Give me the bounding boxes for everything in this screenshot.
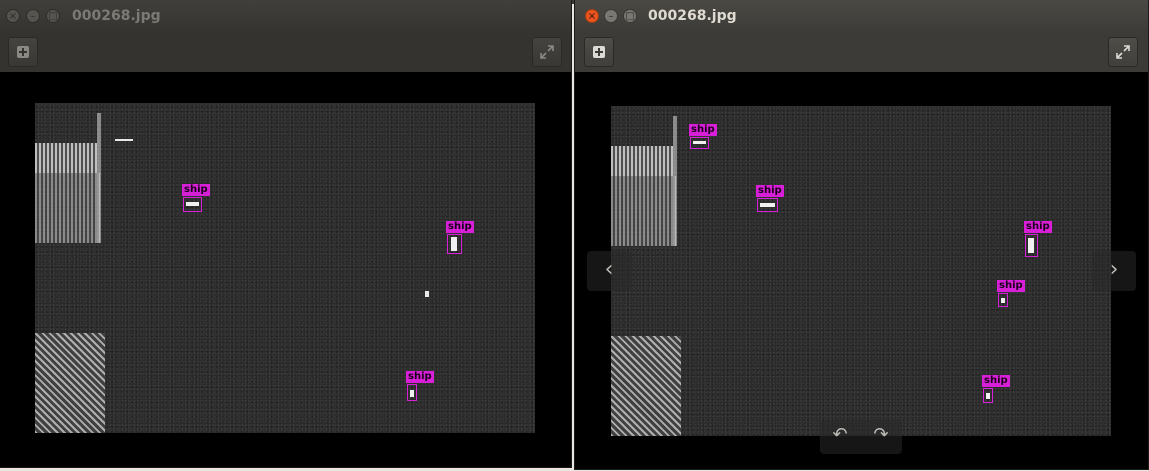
image-viewer-window-right: × – □ 000268.jpg ship ship ship ship shi… xyxy=(575,0,1148,469)
add-button[interactable] xyxy=(8,37,38,67)
detection-box[interactable]: ship xyxy=(1024,221,1052,257)
close-icon[interactable]: × xyxy=(585,9,599,23)
pier xyxy=(115,139,133,141)
toolbar xyxy=(0,34,571,72)
rotate-left-icon[interactable]: ↶ xyxy=(820,424,860,445)
add-button[interactable] xyxy=(584,37,614,67)
fullscreen-button[interactable] xyxy=(532,37,562,67)
ship-target xyxy=(986,393,990,399)
next-image-button[interactable]: › xyxy=(1092,251,1136,291)
sar-image: ship ship ship ship ship xyxy=(611,106,1111,436)
ship-target xyxy=(1028,238,1034,253)
harbor-structure xyxy=(35,333,105,433)
window-title: 000268.jpg xyxy=(72,8,161,24)
detection-box[interactable]: ship xyxy=(756,185,784,212)
titlebar[interactable]: × – □ 000268.jpg xyxy=(575,0,1148,34)
pier xyxy=(97,113,101,243)
image-canvas[interactable]: ship ship ship ship ship ‹ › ↶ ↷ xyxy=(575,72,1148,469)
detection-label: ship xyxy=(406,371,434,383)
fullscreen-icon xyxy=(1116,45,1130,59)
detection-box[interactable]: ship xyxy=(689,124,717,149)
detection-label: ship xyxy=(182,184,210,196)
detection-label: ship xyxy=(756,185,784,197)
ship-target xyxy=(451,237,457,251)
harbor-structure xyxy=(35,143,97,173)
sar-image: ship ship ship xyxy=(35,103,535,433)
fullscreen-button[interactable] xyxy=(1108,37,1138,67)
detection-label: ship xyxy=(446,221,474,233)
close-icon[interactable]: × xyxy=(6,9,20,23)
plus-icon xyxy=(17,46,29,58)
ship-target xyxy=(1001,298,1005,303)
minimize-icon[interactable]: – xyxy=(26,9,40,23)
detection-box[interactable]: ship xyxy=(982,375,1010,403)
ship-target xyxy=(186,202,199,206)
bright-target xyxy=(425,291,429,297)
harbor-structure xyxy=(35,173,100,243)
detection-box[interactable]: ship xyxy=(997,280,1025,307)
harbor-structure xyxy=(611,176,676,246)
detection-box[interactable]: ship xyxy=(406,371,434,401)
image-canvas[interactable]: ship ship ship xyxy=(0,72,571,467)
toolbar xyxy=(575,34,1148,72)
detection-label: ship xyxy=(1024,221,1052,233)
chevron-right-icon: › xyxy=(1109,257,1119,282)
plus-icon xyxy=(593,46,605,58)
minimize-icon[interactable]: – xyxy=(604,9,618,23)
rotate-right-icon[interactable]: ↷ xyxy=(861,424,901,445)
detection-box[interactable]: ship xyxy=(446,221,474,254)
detection-label: ship xyxy=(982,375,1010,387)
maximize-icon[interactable]: □ xyxy=(623,9,637,23)
pier xyxy=(673,116,677,246)
maximize-icon[interactable]: □ xyxy=(46,9,60,23)
chevron-left-icon: ‹ xyxy=(604,257,614,282)
ship-target xyxy=(760,203,775,207)
previous-image-button[interactable]: ‹ xyxy=(587,251,631,291)
fullscreen-icon xyxy=(540,45,554,59)
detection-label: ship xyxy=(689,124,717,136)
ship-target xyxy=(410,390,414,397)
image-viewer-window-left: × – □ 000268.jpg ship ship ship xyxy=(0,0,571,467)
rotate-controls: ↶ ↷ xyxy=(820,420,902,454)
ship-target xyxy=(693,141,706,144)
window-title: 000268.jpg xyxy=(648,8,737,24)
detection-box[interactable]: ship xyxy=(182,184,210,212)
titlebar[interactable]: × – □ 000268.jpg xyxy=(0,0,571,34)
harbor-structure xyxy=(611,146,673,176)
detection-label: ship xyxy=(997,280,1025,292)
harbor-structure xyxy=(611,336,681,436)
